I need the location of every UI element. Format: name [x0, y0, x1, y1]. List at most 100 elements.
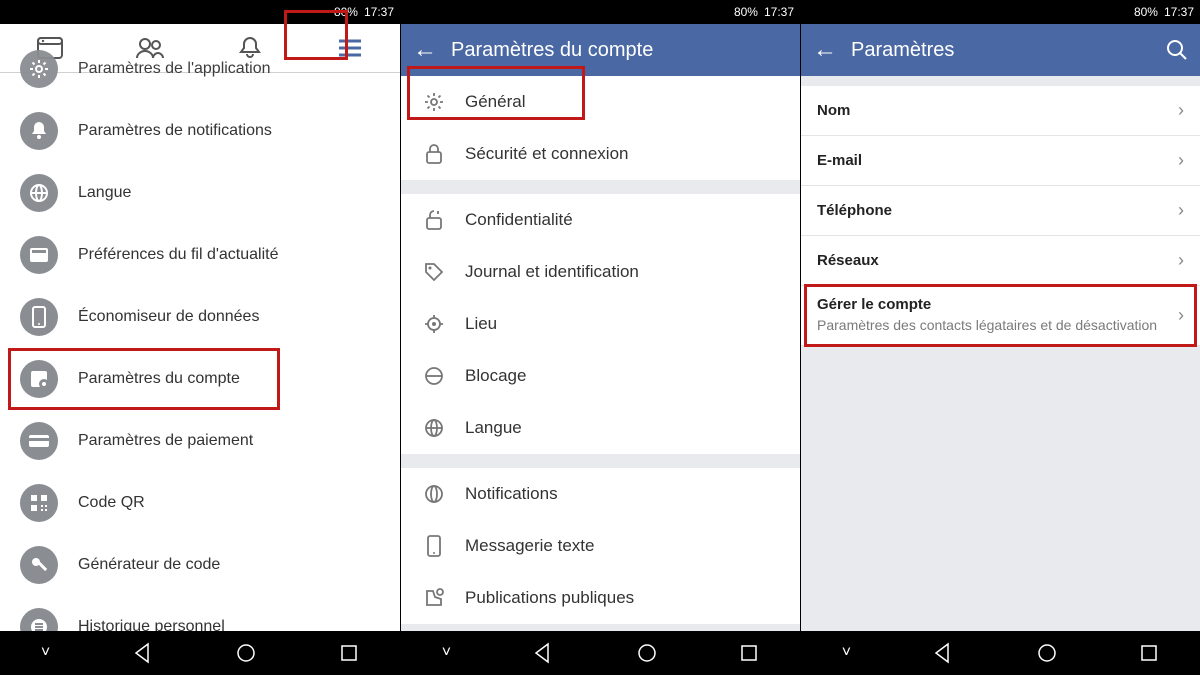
- acct-item-public-posts[interactable]: Publications publiques: [401, 572, 800, 624]
- pane-account-settings: 80% 17:37 ← Paramètres du compte Général…: [400, 0, 800, 675]
- nav-home-icon[interactable]: [235, 642, 257, 664]
- nav-recent-icon[interactable]: [1139, 643, 1159, 663]
- gen-item-label: Gérer le compte: [817, 296, 1178, 313]
- acct-item-privacy[interactable]: Confidentialité: [401, 194, 800, 246]
- timeline-tagging-icon: [421, 261, 447, 283]
- acct-item-label: Sécurité et connexion: [465, 144, 629, 164]
- gen-item-label: Téléphone: [817, 202, 1178, 219]
- text-messaging-icon: [421, 534, 447, 558]
- acct-item-label: Général: [465, 92, 525, 112]
- acct-item-label: Messagerie texte: [465, 536, 594, 556]
- menu-item-label: Générateur de code: [78, 556, 220, 574]
- menu-item-app-settings[interactable]: Paramètres de l'application: [0, 38, 400, 100]
- back-arrow-icon[interactable]: ←: [413, 36, 437, 64]
- acct-item-label: Blocage: [465, 366, 526, 386]
- gen-item-label: Nom: [817, 102, 1178, 119]
- chevron-right-icon: ›: [1178, 200, 1184, 221]
- nav-home-icon[interactable]: [1036, 642, 1058, 664]
- nav-dropdown-icon[interactable]: ˅: [442, 644, 451, 662]
- chevron-right-icon: ›: [1178, 100, 1184, 121]
- acct-item-language[interactable]: Langue: [401, 402, 800, 454]
- nav-back-icon[interactable]: [132, 642, 154, 664]
- payment-settings-icon: [20, 422, 58, 460]
- menu-item-code-generator[interactable]: Générateur de code: [0, 534, 400, 596]
- menu-item-label: Paramètres de paiement: [78, 432, 253, 450]
- acct-item-label: Confidentialité: [465, 210, 573, 230]
- acct-item-location[interactable]: Lieu: [401, 298, 800, 350]
- nav-dropdown-icon[interactable]: ˅: [842, 644, 851, 662]
- acct-item-label: Journal et identification: [465, 262, 639, 282]
- blocking-icon: [421, 365, 447, 387]
- search-icon[interactable]: [1166, 39, 1188, 61]
- status-bar: 80% 17:37: [401, 0, 800, 24]
- menu-item-label: Paramètres du compte: [78, 370, 240, 388]
- menu-item-label: Préférences du fil d'actualité: [78, 246, 279, 264]
- acct-item-general[interactable]: Général: [401, 76, 800, 128]
- nav-back-icon[interactable]: [532, 642, 554, 664]
- pane-menu: 80% 17:37 Paramètres de l'application Pa…: [0, 0, 400, 675]
- language-icon: [20, 174, 58, 212]
- public-posts-icon: [421, 587, 447, 609]
- chevron-right-icon: ›: [1178, 250, 1184, 271]
- gen-item-manage-account[interactable]: Gérer le compte Paramètres des contacts …: [801, 286, 1200, 346]
- privacy-icon: [421, 209, 447, 231]
- nav-home-icon[interactable]: [636, 642, 658, 664]
- back-arrow-icon[interactable]: ←: [813, 36, 837, 64]
- nav-back-icon[interactable]: [932, 642, 954, 664]
- gen-item-subtitle: Paramètres des contacts légataires et de…: [817, 317, 1178, 335]
- menu-item-data-saver[interactable]: Économiseur de données: [0, 286, 400, 348]
- header-general-settings: ← Paramètres: [801, 24, 1200, 76]
- chevron-right-icon: ›: [1178, 150, 1184, 171]
- acct-item-label: Langue: [465, 418, 522, 438]
- acct-item-label: Notifications: [465, 484, 558, 504]
- gen-item-phone[interactable]: Téléphone ›: [801, 186, 1200, 236]
- gen-item-email[interactable]: E-mail ›: [801, 136, 1200, 186]
- menu-item-label: Code QR: [78, 494, 145, 512]
- nav-recent-icon[interactable]: [739, 643, 759, 663]
- android-nav-bar: ˅: [401, 631, 800, 675]
- gen-item-label: Réseaux: [817, 252, 1178, 269]
- notification-settings-icon: [20, 112, 58, 150]
- general-icon: [421, 91, 447, 113]
- acct-item-security-login[interactable]: Sécurité et connexion: [401, 128, 800, 180]
- menu-item-label: Langue: [78, 184, 131, 202]
- nav-dropdown-icon[interactable]: ˅: [41, 644, 50, 662]
- status-bar: 80% 17:37: [801, 0, 1200, 24]
- menu-item-payment-settings[interactable]: Paramètres de paiement: [0, 410, 400, 472]
- chevron-right-icon: ›: [1178, 305, 1184, 326]
- app-settings-icon: [20, 50, 58, 88]
- header-title: Paramètres: [851, 39, 954, 62]
- menu-item-label: Paramètres de notifications: [78, 122, 272, 140]
- header-account-settings: ← Paramètres du compte: [401, 24, 800, 76]
- security-login-icon: [421, 143, 447, 165]
- menu-item-account-settings[interactable]: Paramètres du compte: [0, 348, 400, 410]
- language-icon: [421, 417, 447, 439]
- gen-item-networks[interactable]: Réseaux ›: [801, 236, 1200, 286]
- account-settings-icon: [20, 360, 58, 398]
- header-title: Paramètres du compte: [451, 39, 653, 62]
- menu-item-label: Économiseur de données: [78, 308, 259, 326]
- menu-item-label: Paramètres de l'application: [78, 60, 271, 78]
- android-nav-bar: ˅: [0, 631, 400, 675]
- acct-item-text-messaging[interactable]: Messagerie texte: [401, 520, 800, 572]
- news-feed-preferences-icon: [20, 236, 58, 274]
- menu-item-language[interactable]: Langue: [0, 162, 400, 224]
- location-icon: [421, 313, 447, 335]
- menu-item-qr-code[interactable]: Code QR: [0, 472, 400, 534]
- qr-code-icon: [20, 484, 58, 522]
- status-bar: 80% 17:37: [0, 0, 400, 24]
- menu-item-news-feed-preferences[interactable]: Préférences du fil d'actualité: [0, 224, 400, 286]
- nav-recent-icon[interactable]: [339, 643, 359, 663]
- data-saver-icon: [20, 298, 58, 336]
- notifications-icon: [421, 483, 447, 505]
- acct-item-notifications[interactable]: Notifications: [401, 468, 800, 520]
- acct-item-timeline-tagging[interactable]: Journal et identification: [401, 246, 800, 298]
- acct-item-label: Lieu: [465, 314, 497, 334]
- gen-item-name[interactable]: Nom ›: [801, 86, 1200, 136]
- menu-item-notification-settings[interactable]: Paramètres de notifications: [0, 100, 400, 162]
- status-battery: 80%: [334, 5, 358, 19]
- android-nav-bar: ˅: [801, 631, 1200, 675]
- acct-item-blocking[interactable]: Blocage: [401, 350, 800, 402]
- status-time: 17:37: [364, 5, 394, 19]
- gen-item-label: E-mail: [817, 152, 1178, 169]
